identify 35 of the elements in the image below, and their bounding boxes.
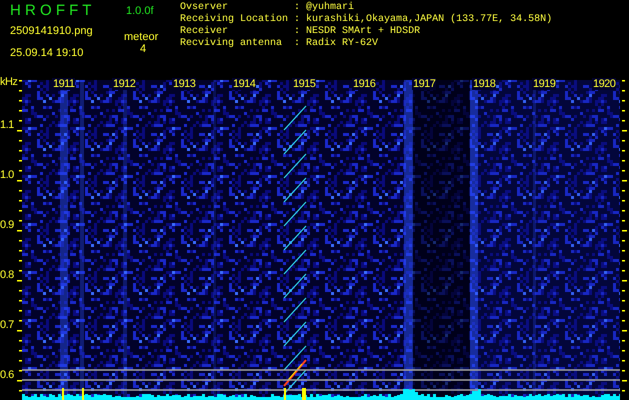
time-label: 1918 bbox=[472, 78, 496, 90]
time-label: 1911 bbox=[52, 78, 76, 90]
info-separator: : bbox=[294, 2, 300, 14]
detection-label: meteor bbox=[123, 30, 160, 44]
info-value: kurashiki,Okayama,JAPAN (133.77E, 34.58N) bbox=[306, 14, 552, 26]
time-label: 1916 bbox=[352, 78, 376, 90]
info-label: Recviving antenna bbox=[180, 38, 284, 50]
frequency-label: 1.1 bbox=[0, 119, 14, 131]
version-label: 1.0.0f bbox=[125, 4, 155, 19]
frequency-label: 1.0 bbox=[0, 169, 14, 181]
time-label: 1915 bbox=[292, 78, 316, 90]
info-value: @yuhmari bbox=[306, 2, 356, 14]
info-separator: : bbox=[294, 38, 300, 50]
info-value: Radix RY-62V bbox=[306, 38, 380, 50]
time-label: 1917 bbox=[412, 78, 436, 90]
detection-count: 4 bbox=[139, 42, 148, 57]
info-separator: : bbox=[294, 26, 300, 38]
info-label: Receiving Location bbox=[180, 14, 288, 26]
info-separator: : bbox=[294, 14, 300, 26]
frequency-unit: kHz bbox=[0, 76, 16, 90]
time-label: 1920 bbox=[592, 78, 616, 90]
frequency-label: 0.9 bbox=[0, 219, 14, 231]
app-title: H R O F F T bbox=[10, 2, 92, 20]
time-label: 1913 bbox=[172, 78, 196, 90]
time-label: 1912 bbox=[112, 78, 136, 90]
filename-label: 2509141910.png bbox=[10, 24, 94, 39]
timestamp-label: 25.09.14 19:10 bbox=[10, 46, 84, 60]
frequency-label: 0.8 bbox=[0, 269, 14, 281]
info-label: Ovserver bbox=[180, 2, 230, 14]
frequency-label: 0.7 bbox=[0, 319, 14, 331]
info-value: NESDR SMArt + HDSDR bbox=[306, 26, 422, 38]
time-label: 1919 bbox=[532, 78, 556, 90]
info-label: Receiver bbox=[180, 26, 230, 38]
frequency-label: 0.6 bbox=[0, 369, 14, 381]
time-label: 1914 bbox=[232, 78, 256, 90]
